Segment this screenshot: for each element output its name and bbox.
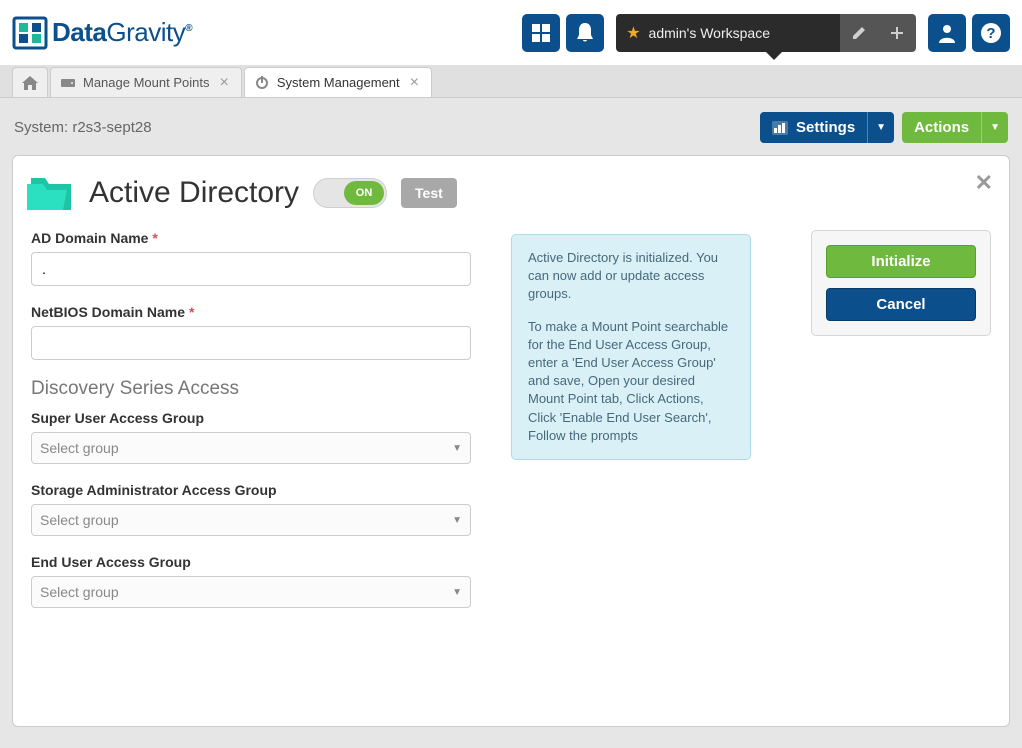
header-button-group: ★ admin's Workspace ? bbox=[522, 14, 1010, 52]
user-button[interactable] bbox=[928, 14, 966, 52]
card-title-row: Active Directory ON Test bbox=[27, 174, 991, 212]
caret-down-icon: ▼ bbox=[990, 122, 1000, 133]
end-user-placeholder: Select group bbox=[40, 584, 119, 600]
logo-text: DataGravity® bbox=[52, 17, 192, 48]
cancel-button[interactable]: Cancel bbox=[826, 288, 976, 321]
power-icon bbox=[255, 76, 269, 90]
actions-button[interactable]: Actions ▼ bbox=[902, 112, 1008, 143]
tab-mount-points[interactable]: Manage Mount Points × bbox=[50, 67, 242, 97]
tab-sysmgmt-label: System Management bbox=[277, 75, 400, 90]
tab-mount-label: Manage Mount Points bbox=[83, 75, 209, 90]
workspace-add-button[interactable] bbox=[878, 14, 916, 52]
main-card: ✕ Active Directory ON Test AD Domain Nam… bbox=[12, 155, 1010, 727]
discovery-section-title: Discovery Series Access bbox=[31, 378, 471, 400]
netbios-input[interactable] bbox=[31, 326, 471, 360]
card-close-button[interactable]: ✕ bbox=[975, 170, 993, 196]
super-user-placeholder: Select group bbox=[40, 440, 119, 456]
action-panel: Initialize Cancel bbox=[811, 230, 991, 336]
bell-icon bbox=[575, 22, 595, 44]
storage-admin-select[interactable]: Select group ▼ bbox=[31, 504, 471, 536]
logo-icon bbox=[12, 16, 48, 50]
help-button[interactable]: ? bbox=[972, 14, 1010, 52]
top-header: DataGravity® ★ admin's Workspace ? bbox=[0, 0, 1022, 65]
user-icon bbox=[937, 23, 957, 43]
folder-icon bbox=[27, 174, 75, 212]
super-user-select[interactable]: Select group ▼ bbox=[31, 432, 471, 464]
caret-down-icon: ▼ bbox=[452, 515, 462, 526]
storage-admin-label: Storage Administrator Access Group bbox=[31, 482, 471, 498]
info-para-2: To make a Mount Point searchable for the… bbox=[528, 318, 734, 445]
super-user-label: Super User Access Group bbox=[31, 410, 471, 426]
action-row: System: r2s3-sept28 Settings ▼ Actions ▼ bbox=[0, 98, 1022, 149]
home-icon bbox=[22, 76, 38, 90]
settings-button[interactable]: Settings ▼ bbox=[760, 112, 894, 143]
end-user-select[interactable]: Select group ▼ bbox=[31, 576, 471, 608]
storage-admin-placeholder: Select group bbox=[40, 512, 119, 528]
settings-dropdown[interactable]: ▼ bbox=[867, 112, 894, 143]
notifications-button[interactable] bbox=[566, 14, 604, 52]
help-icon: ? bbox=[980, 22, 1002, 44]
apps-button[interactable] bbox=[522, 14, 560, 52]
workspace-bar: ★ admin's Workspace bbox=[616, 14, 916, 52]
ad-domain-label: AD Domain Name * bbox=[31, 230, 471, 246]
form-column: AD Domain Name * NetBIOS Domain Name * D… bbox=[31, 230, 471, 626]
ad-domain-input[interactable] bbox=[31, 252, 471, 286]
workspace-label: admin's Workspace bbox=[649, 25, 770, 41]
svg-text:?: ? bbox=[986, 25, 995, 42]
ad-toggle[interactable]: ON bbox=[313, 178, 387, 208]
tab-close-mount[interactable]: × bbox=[217, 74, 230, 92]
tab-close-sysmgmt[interactable]: × bbox=[408, 74, 421, 92]
pencil-icon bbox=[851, 25, 867, 41]
chart-icon bbox=[772, 121, 788, 135]
system-label: System: r2s3-sept28 bbox=[14, 119, 152, 136]
tab-home[interactable] bbox=[12, 67, 48, 97]
plus-icon bbox=[889, 25, 905, 41]
tab-system-management[interactable]: System Management × bbox=[244, 67, 432, 97]
netbios-label: NetBIOS Domain Name * bbox=[31, 304, 471, 320]
caret-down-icon: ▼ bbox=[452, 587, 462, 598]
workspace-edit-button[interactable] bbox=[840, 14, 878, 52]
star-icon: ★ bbox=[626, 23, 640, 43]
info-para-1: Active Directory is initialized. You can… bbox=[528, 249, 734, 304]
tab-bar: Manage Mount Points × System Management … bbox=[0, 65, 1022, 98]
workspace-name[interactable]: ★ admin's Workspace bbox=[616, 14, 840, 52]
card-title: Active Directory bbox=[89, 176, 299, 210]
initialize-button[interactable]: Initialize bbox=[826, 245, 976, 278]
caret-down-icon: ▼ bbox=[876, 122, 886, 133]
grid-icon bbox=[531, 23, 551, 43]
actions-dropdown[interactable]: ▼ bbox=[981, 112, 1008, 143]
disk-icon bbox=[61, 77, 75, 89]
info-box: Active Directory is initialized. You can… bbox=[511, 234, 751, 460]
toggle-on-label: ON bbox=[344, 181, 384, 205]
test-button[interactable]: Test bbox=[401, 178, 457, 208]
caret-down-icon: ▼ bbox=[452, 443, 462, 454]
end-user-label: End User Access Group bbox=[31, 554, 471, 570]
brand-logo: DataGravity® bbox=[12, 16, 192, 50]
